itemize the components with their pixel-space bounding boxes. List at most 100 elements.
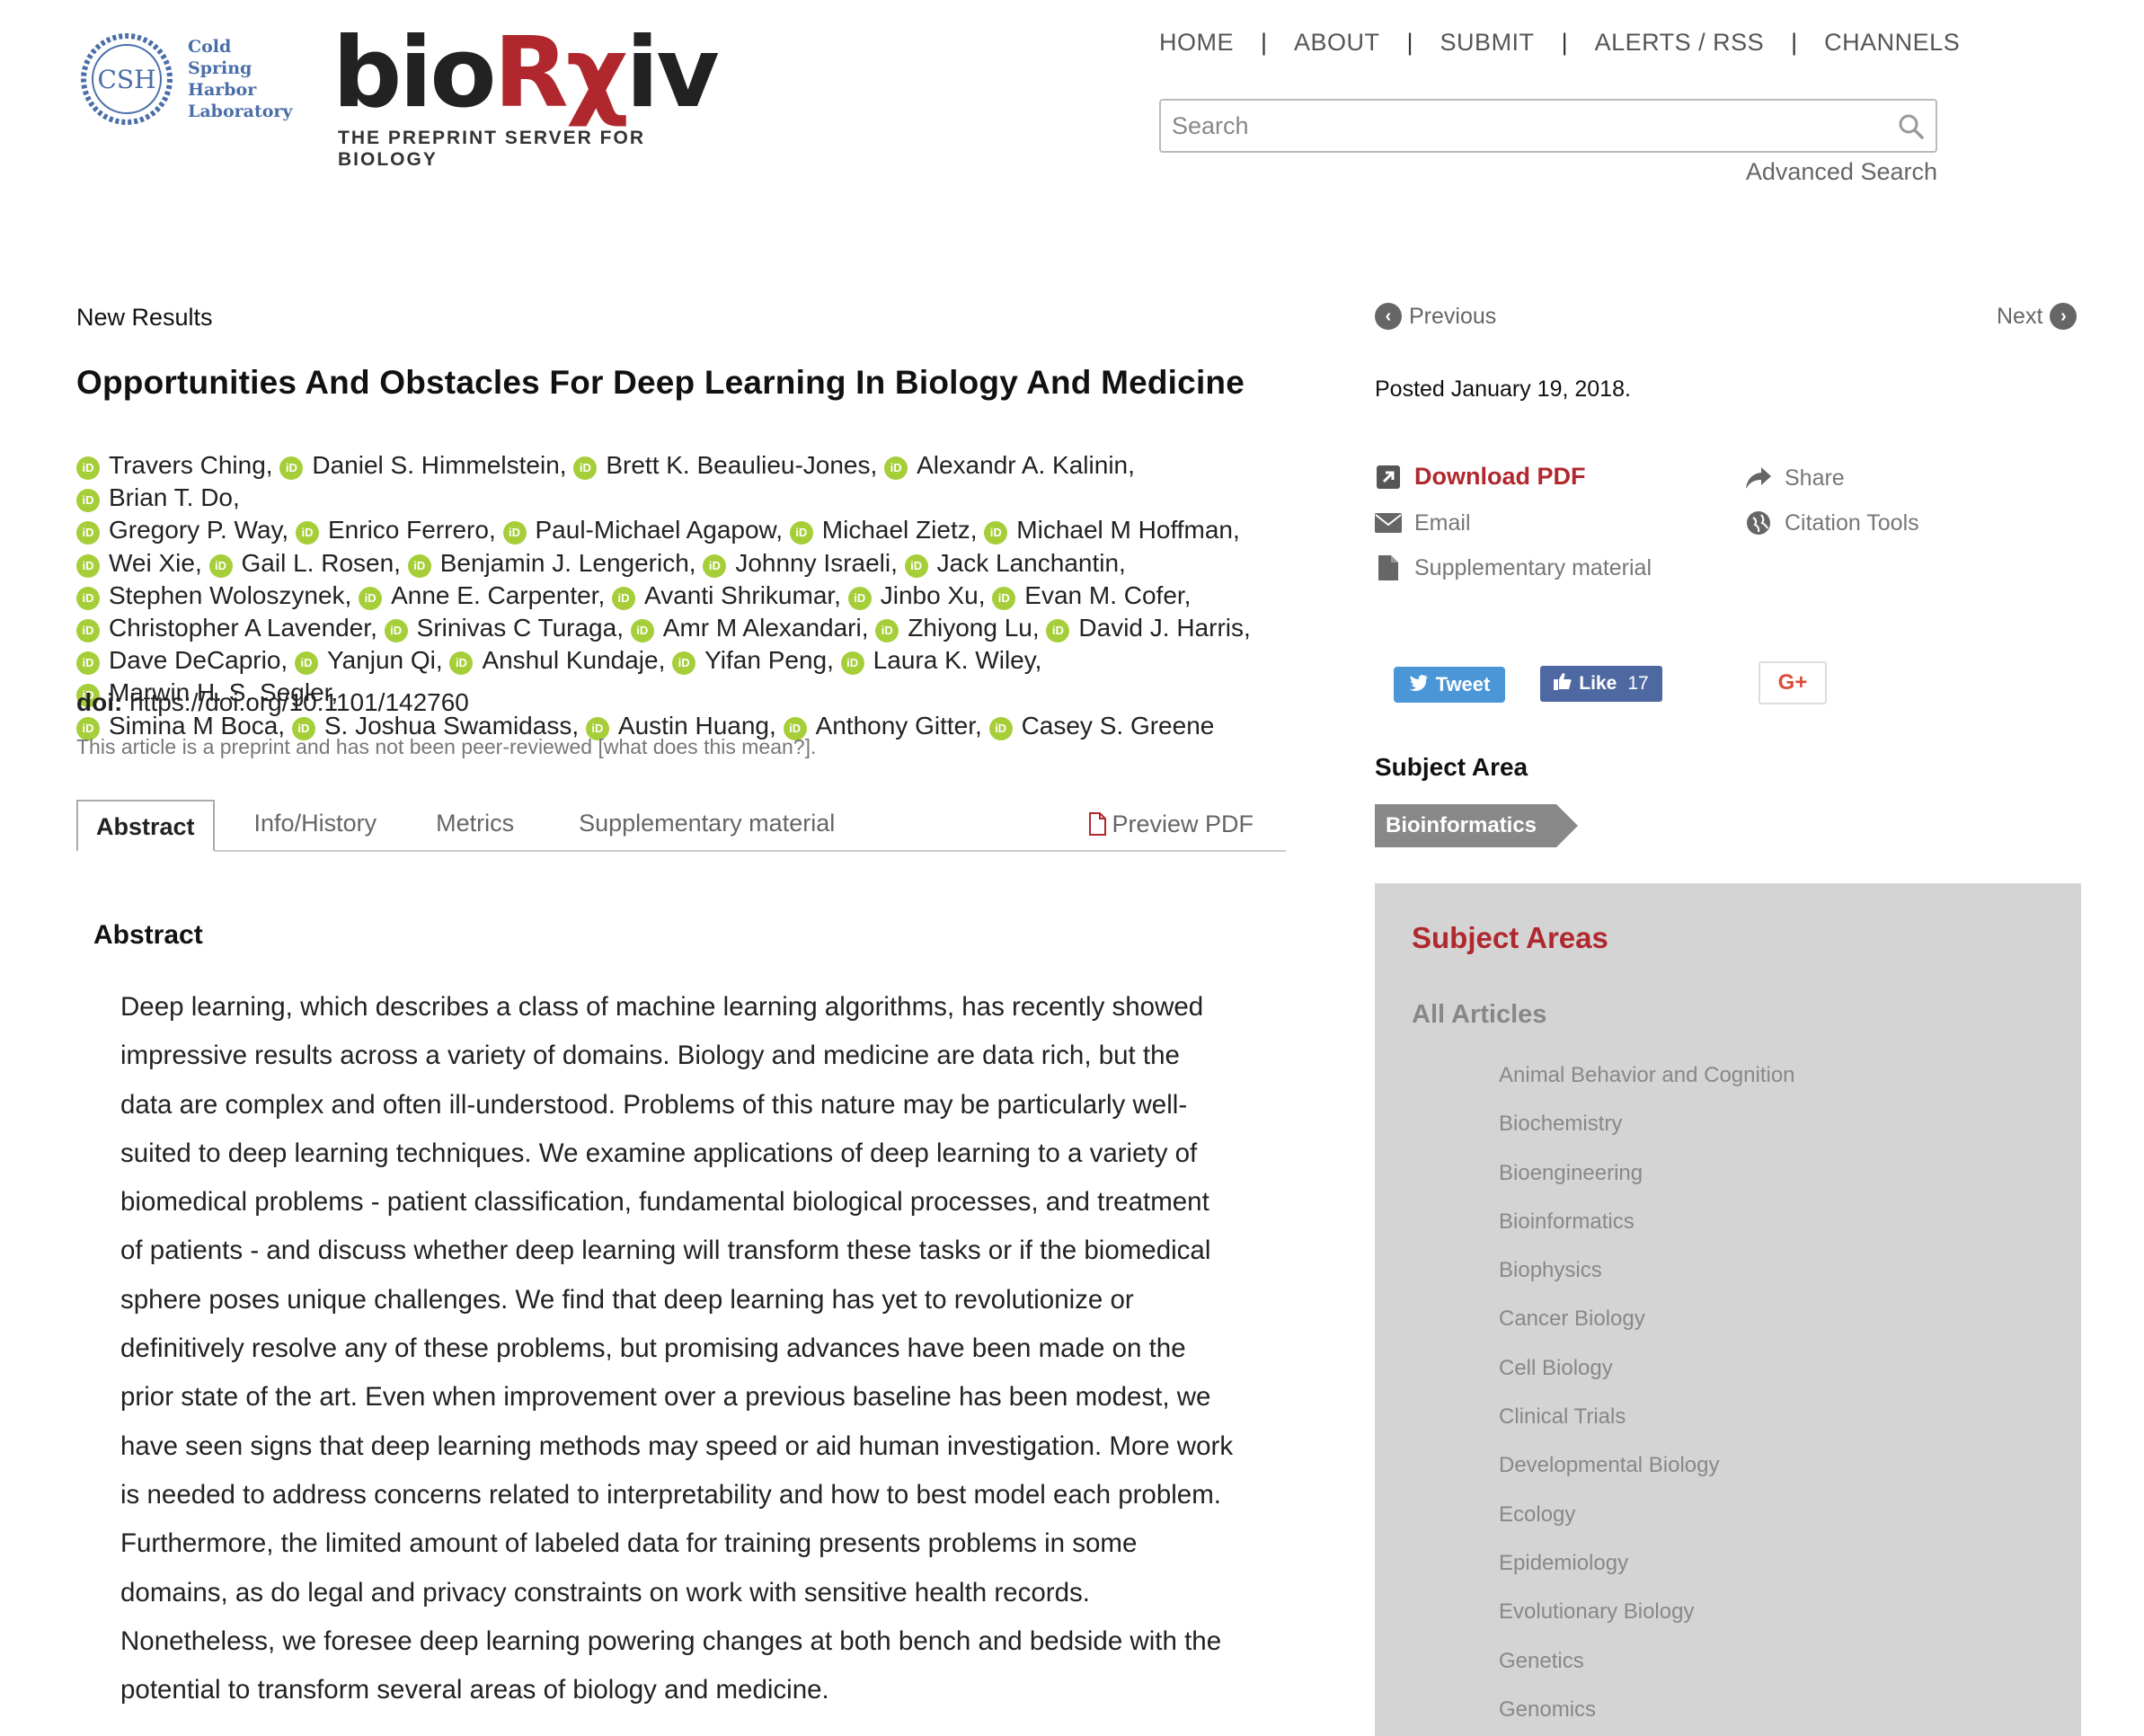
author-link[interactable]: iD Amr M Alexandari,: [630, 614, 869, 643]
orcid-icon[interactable]: iD: [407, 554, 431, 578]
orcid-icon[interactable]: iD: [76, 619, 100, 643]
author-link[interactable]: iD Laura K. Wiley,: [840, 646, 1041, 676]
orcid-icon[interactable]: iD: [988, 716, 1013, 740]
orcid-icon[interactable]: iD: [502, 521, 527, 545]
orcid-icon[interactable]: iD: [789, 521, 813, 545]
csh-logo[interactable]: CSH Cold Spring Harbor Laboratory: [76, 29, 301, 129]
subject-area-item[interactable]: Biochemistry: [1499, 1112, 1795, 1160]
author-link[interactable]: iD Benjamin J. Lengerich,: [407, 549, 696, 578]
subject-tag-bioinformatics[interactable]: Bioinformatics: [1375, 804, 1579, 847]
preview-pdf-link[interactable]: Preview PDF: [1070, 798, 1286, 850]
author-link[interactable]: iD Johnny Israeli,: [703, 549, 898, 578]
orcid-icon[interactable]: iD: [875, 619, 899, 643]
subject-area-item[interactable]: Evolutionary Biology: [1499, 1599, 1795, 1648]
subject-area-item[interactable]: Animal Behavior and Cognition: [1499, 1063, 1795, 1112]
supplementary-material-button[interactable]: Supplementary material: [1375, 554, 1652, 581]
tab-abstract[interactable]: Abstract: [76, 800, 215, 852]
orcid-icon[interactable]: iD: [208, 554, 233, 578]
download-pdf-button[interactable]: Download PDF: [1375, 463, 1586, 491]
orcid-icon[interactable]: iD: [294, 651, 318, 676]
author-link[interactable]: iD Travers Ching,: [76, 451, 273, 480]
orcid-icon[interactable]: iD: [449, 651, 474, 676]
subject-area-item[interactable]: Cancer Biology: [1499, 1306, 1795, 1355]
subject-area-item[interactable]: Ecology: [1499, 1502, 1795, 1551]
author-link[interactable]: iD Brett K. Beaulieu-Jones,: [573, 451, 877, 480]
orcid-icon[interactable]: iD: [279, 456, 304, 480]
orcid-icon[interactable]: iD: [76, 586, 100, 610]
all-articles-link[interactable]: All Articles: [1412, 1000, 1546, 1030]
author-link[interactable]: iD Alexandr A. Kalinin,: [884, 451, 1135, 480]
author-link[interactable]: iD Michael Zietz,: [789, 516, 978, 545]
author-link[interactable]: iD David J. Harris,: [1046, 614, 1251, 643]
orcid-icon[interactable]: iD: [984, 521, 1008, 545]
what-does-this-mean-link[interactable]: [what does this mean?].: [598, 735, 816, 758]
orcid-icon[interactable]: iD: [296, 521, 319, 545]
author-link[interactable]: iD Enrico Ferrero,: [296, 516, 496, 545]
citation-tools-button[interactable]: Citation Tools: [1745, 509, 1919, 536]
author-link[interactable]: iD Evan M. Cofer,: [992, 581, 1191, 610]
author-link[interactable]: iD Gregory P. Way,: [76, 516, 288, 545]
subject-area-item[interactable]: Bioinformatics: [1499, 1209, 1795, 1258]
google-plus-button[interactable]: G+: [1759, 661, 1827, 704]
author-link[interactable]: iD Gail L. Rosen,: [208, 549, 401, 578]
author-link[interactable]: iD Jinbo Xu,: [847, 581, 985, 610]
orcid-icon[interactable]: iD: [76, 521, 100, 545]
biorxiv-logo[interactable]: bioRχiv THE PREPRINT SERVER FOR BIOLOGY: [332, 16, 728, 171]
orcid-icon[interactable]: iD: [612, 586, 636, 610]
search-icon[interactable]: [1898, 113, 1925, 140]
tweet-button[interactable]: Tweet: [1394, 667, 1505, 703]
author-link[interactable]: iD Christopher A Lavender,: [76, 614, 377, 643]
author-link[interactable]: iD Anshul Kundaje,: [449, 646, 665, 676]
subject-area-item[interactable]: Epidemiology: [1499, 1551, 1795, 1599]
subject-area-item[interactable]: Developmental Biology: [1499, 1453, 1795, 1501]
orcid-icon[interactable]: iD: [384, 619, 408, 643]
orcid-icon[interactable]: iD: [573, 456, 598, 480]
orcid-icon[interactable]: iD: [76, 651, 100, 676]
orcid-icon[interactable]: iD: [904, 554, 928, 578]
subject-area-item[interactable]: Bioengineering: [1499, 1161, 1795, 1209]
author-link[interactable]: iD Anne E. Carpenter,: [359, 581, 605, 610]
orcid-icon[interactable]: iD: [76, 554, 100, 578]
subject-area-item[interactable]: Genomics: [1499, 1697, 1795, 1736]
subject-area-item[interactable]: Clinical Trials: [1499, 1404, 1795, 1453]
orcid-icon[interactable]: iD: [840, 651, 864, 676]
orcid-icon[interactable]: iD: [672, 651, 696, 676]
subject-area-item[interactable]: Cell Biology: [1499, 1356, 1795, 1404]
author-link[interactable]: iD Jack Lanchantin,: [904, 549, 1126, 578]
subject-area-item[interactable]: Genetics: [1499, 1649, 1795, 1697]
author-link[interactable]: iD Dave DeCaprio,: [76, 646, 288, 676]
nav-submit[interactable]: SUBMIT: [1440, 29, 1535, 57]
author-link[interactable]: iD Michael M Hoffman,: [984, 516, 1240, 545]
author-link[interactable]: iD Stephen Woloszynek,: [76, 581, 351, 610]
orcid-icon[interactable]: iD: [703, 554, 727, 578]
tab-metrics[interactable]: Metrics: [418, 798, 532, 850]
nav-home[interactable]: HOME: [1159, 29, 1234, 57]
author-link[interactable]: iD Avanti Shrikumar,: [612, 581, 841, 610]
doi-link[interactable]: https://doi.org/10.1101/142760: [129, 688, 469, 716]
subject-area-item[interactable]: Biophysics: [1499, 1258, 1795, 1306]
previous-link[interactable]: ‹ Previous: [1375, 303, 1496, 330]
author-link[interactable]: iD Srinivas C Turaga,: [384, 614, 624, 643]
nav-channels[interactable]: CHANNELS: [1824, 29, 1960, 57]
tab-info-history[interactable]: Info/History: [240, 798, 392, 850]
author-link[interactable]: iD Wei Xie,: [76, 549, 202, 578]
orcid-icon[interactable]: iD: [847, 586, 872, 610]
author-link[interactable]: iD Zhiyong Lu,: [875, 614, 1040, 643]
orcid-icon[interactable]: iD: [992, 586, 1016, 610]
orcid-icon[interactable]: iD: [630, 619, 654, 643]
author-link[interactable]: iD Yifan Peng,: [672, 646, 834, 676]
orcid-icon[interactable]: iD: [76, 489, 100, 513]
orcid-icon[interactable]: iD: [1046, 619, 1070, 643]
tab-supplementary-material[interactable]: Supplementary material: [561, 798, 853, 850]
author-link[interactable]: iD Yanjun Qi,: [294, 646, 443, 676]
author-link[interactable]: iD Casey S. Greene: [988, 712, 1214, 740]
share-button[interactable]: Share: [1745, 465, 1845, 492]
author-link[interactable]: iD Paul-Michael Agapow,: [502, 516, 783, 545]
facebook-like-button[interactable]: Like 17: [1540, 666, 1662, 702]
email-button[interactable]: Email: [1375, 509, 1471, 536]
orcid-icon[interactable]: iD: [884, 456, 908, 480]
nav-alerts-rss[interactable]: ALERTS / RSS: [1595, 29, 1765, 57]
author-link[interactable]: iD Daniel S. Himmelstein,: [279, 451, 567, 480]
orcid-icon[interactable]: iD: [359, 586, 383, 610]
advanced-search-link[interactable]: Advanced Search: [1746, 158, 1937, 186]
